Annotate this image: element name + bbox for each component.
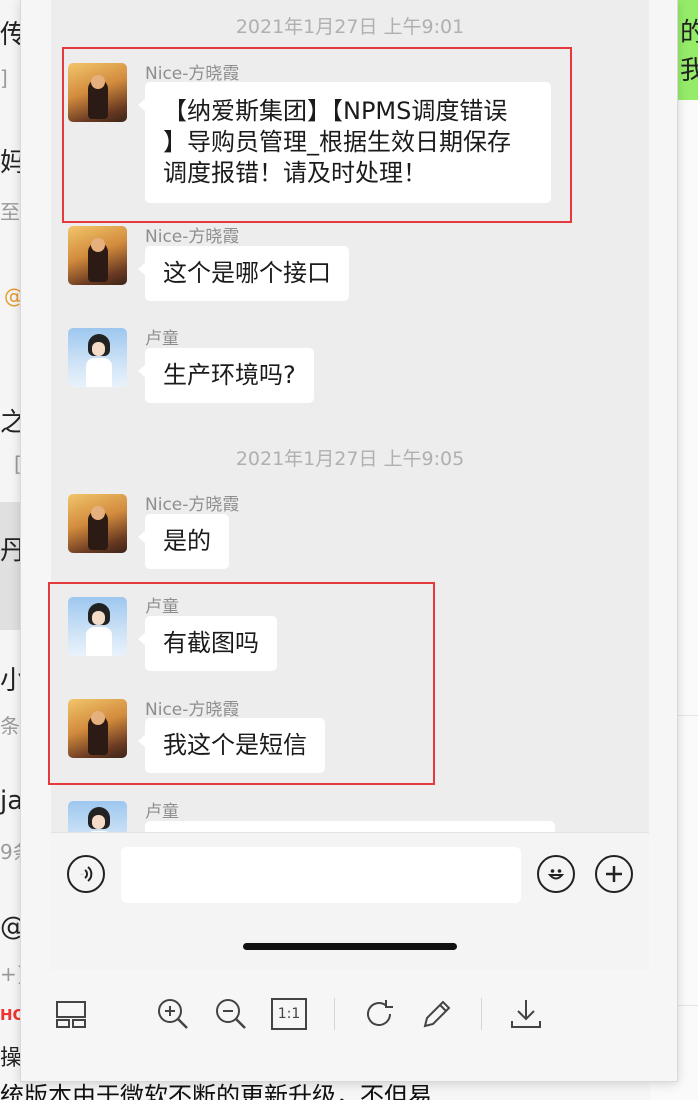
chat-input-bar [51,832,649,970]
actual-size-icon[interactable]: 1:1 [271,998,307,1030]
avatar [68,226,127,285]
message-input[interactable] [121,847,521,903]
bg-fragment: 条 [0,714,20,738]
bg-fragment: 我 [680,56,698,86]
rotate-icon[interactable] [359,994,399,1034]
sender-name: 卢童 [145,329,179,349]
message-bubble: 是的 [138,514,229,569]
image-viewer-window: 2021年1月27日 上午9:01 Nice-方晓霞 【纳爱斯集团】【NPMS调… [20,0,678,1082]
message-bubble: 这个是哪个接口 [138,246,349,301]
voice-icon[interactable] [67,855,105,893]
viewer-toolbar: 1:1 [21,970,677,1081]
toolbar-separator [334,998,335,1030]
sender-name: Nice-方晓霞 [145,227,240,247]
chat-timestamp: 2021年1月27日 上午9:05 [235,448,465,470]
message-bubble: 生产环境吗? [138,348,314,403]
toolbar-separator [481,998,482,1030]
highlight-box [62,47,572,223]
sender-name: 卢童 [145,802,179,822]
plus-icon[interactable] [595,855,633,893]
thumbnails-icon[interactable] [51,994,91,1034]
sender-name: Nice-方晓霞 [145,495,240,515]
highlight-box [48,582,435,785]
download-icon[interactable] [506,994,546,1034]
bg-fragment: ] [0,66,8,90]
home-indicator [243,943,457,950]
edit-icon[interactable] [417,994,457,1034]
chat-timestamp: 2021年1月27日 上午9:01 [235,16,465,38]
emoji-icon[interactable] [537,855,575,893]
bg-fragment: 的 [680,18,698,48]
zoom-in-icon[interactable] [153,994,193,1034]
avatar [68,494,127,553]
bg-fragment: 至 [0,200,20,224]
bg-fragment: 操 [0,1046,23,1071]
avatar [68,328,127,387]
zoom-out-icon[interactable] [211,994,251,1034]
